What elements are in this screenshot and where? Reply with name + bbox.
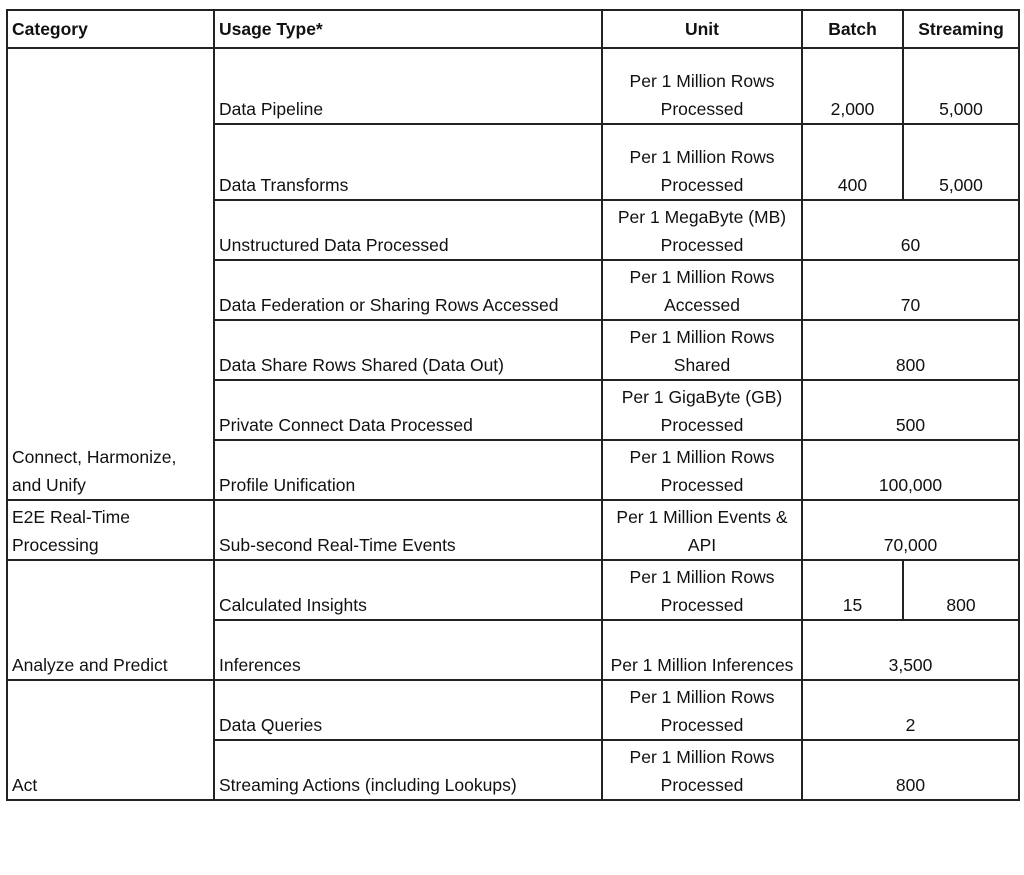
usage-rates-table: Category Usage Type* Unit Batch Streamin… bbox=[6, 9, 1020, 801]
unit-cell: Per 1 Million Rows Processed bbox=[601, 439, 803, 501]
category-cell: E2E Real-Time Processing bbox=[6, 499, 215, 561]
table-row: E2E Real-Time Processing Sub-second Real… bbox=[6, 499, 1020, 561]
unit-cell: Per 1 Million Rows Processed bbox=[601, 123, 803, 201]
usage-type-cell: Sub-second Real-Time Events bbox=[213, 499, 603, 561]
usage-type-cell: Data Share Rows Shared (Data Out) bbox=[213, 319, 603, 381]
header-unit: Unit bbox=[601, 9, 803, 49]
unit-cell: Per 1 Million Inferences bbox=[601, 619, 803, 681]
unit-cell: Per 1 Million Rows Accessed bbox=[601, 259, 803, 321]
combined-value-cell: 800 bbox=[801, 319, 1020, 381]
header-usage-type: Usage Type* bbox=[213, 9, 603, 49]
batch-value-cell: 400 bbox=[801, 123, 904, 201]
usage-type-cell: Profile Unification bbox=[213, 439, 603, 501]
combined-value-cell: 800 bbox=[801, 739, 1020, 801]
usage-type-cell: Data Pipeline bbox=[213, 47, 603, 125]
unit-cell: Per 1 Million Rows Shared bbox=[601, 319, 803, 381]
usage-type-cell: Calculated Insights bbox=[213, 559, 603, 621]
unit-cell: Per 1 Million Rows Processed bbox=[601, 739, 803, 801]
unit-cell: Per 1 Million Rows Processed bbox=[601, 679, 803, 741]
usage-type-cell: Private Connect Data Processed bbox=[213, 379, 603, 441]
streaming-value-cell: 5,000 bbox=[902, 47, 1020, 125]
usage-type-cell: Data Transforms bbox=[213, 123, 603, 201]
header-category: Category bbox=[6, 9, 215, 49]
streaming-value-cell: 800 bbox=[902, 559, 1020, 621]
unit-cell: Per 1 Million Events & API bbox=[601, 499, 803, 561]
header-row: Category Usage Type* Unit Batch Streamin… bbox=[6, 9, 1020, 49]
batch-value-cell: 15 bbox=[801, 559, 904, 621]
batch-value-cell: 2,000 bbox=[801, 47, 904, 125]
category-cell: Act bbox=[6, 679, 215, 801]
table-row: Connect, Harmonize, and Unify Data Pipel… bbox=[6, 47, 1020, 501]
header-streaming: Streaming bbox=[902, 9, 1020, 49]
unit-cell: Per 1 Million Rows Processed bbox=[601, 559, 803, 621]
usage-type-cell: Data Queries bbox=[213, 679, 603, 741]
table-row: Analyze and Predict Calculated Insights … bbox=[6, 559, 1020, 681]
combined-value-cell: 60 bbox=[801, 199, 1020, 261]
usage-type-cell: Unstructured Data Processed bbox=[213, 199, 603, 261]
combined-value-cell: 70 bbox=[801, 259, 1020, 321]
usage-type-cell: Streaming Actions (including Lookups) bbox=[213, 739, 603, 801]
usage-type-cell: Data Federation or Sharing Rows Accessed bbox=[213, 259, 603, 321]
category-cell: Analyze and Predict bbox=[6, 559, 215, 681]
combined-value-cell: 100,000 bbox=[801, 439, 1020, 501]
usage-type-cell: Inferences bbox=[213, 619, 603, 681]
combined-value-cell: 3,500 bbox=[801, 619, 1020, 681]
unit-cell: Per 1 GigaByte (GB) Processed bbox=[601, 379, 803, 441]
combined-value-cell: 70,000 bbox=[801, 499, 1020, 561]
category-cell: Connect, Harmonize, and Unify bbox=[6, 47, 215, 501]
combined-value-cell: 500 bbox=[801, 379, 1020, 441]
table-row: Act Data Queries Per 1 Million Rows Proc… bbox=[6, 679, 1020, 801]
unit-cell: Per 1 Million Rows Processed bbox=[601, 47, 803, 125]
combined-value-cell: 2 bbox=[801, 679, 1020, 741]
streaming-value-cell: 5,000 bbox=[902, 123, 1020, 201]
header-batch: Batch bbox=[801, 9, 904, 49]
unit-cell: Per 1 MegaByte (MB) Processed bbox=[601, 199, 803, 261]
